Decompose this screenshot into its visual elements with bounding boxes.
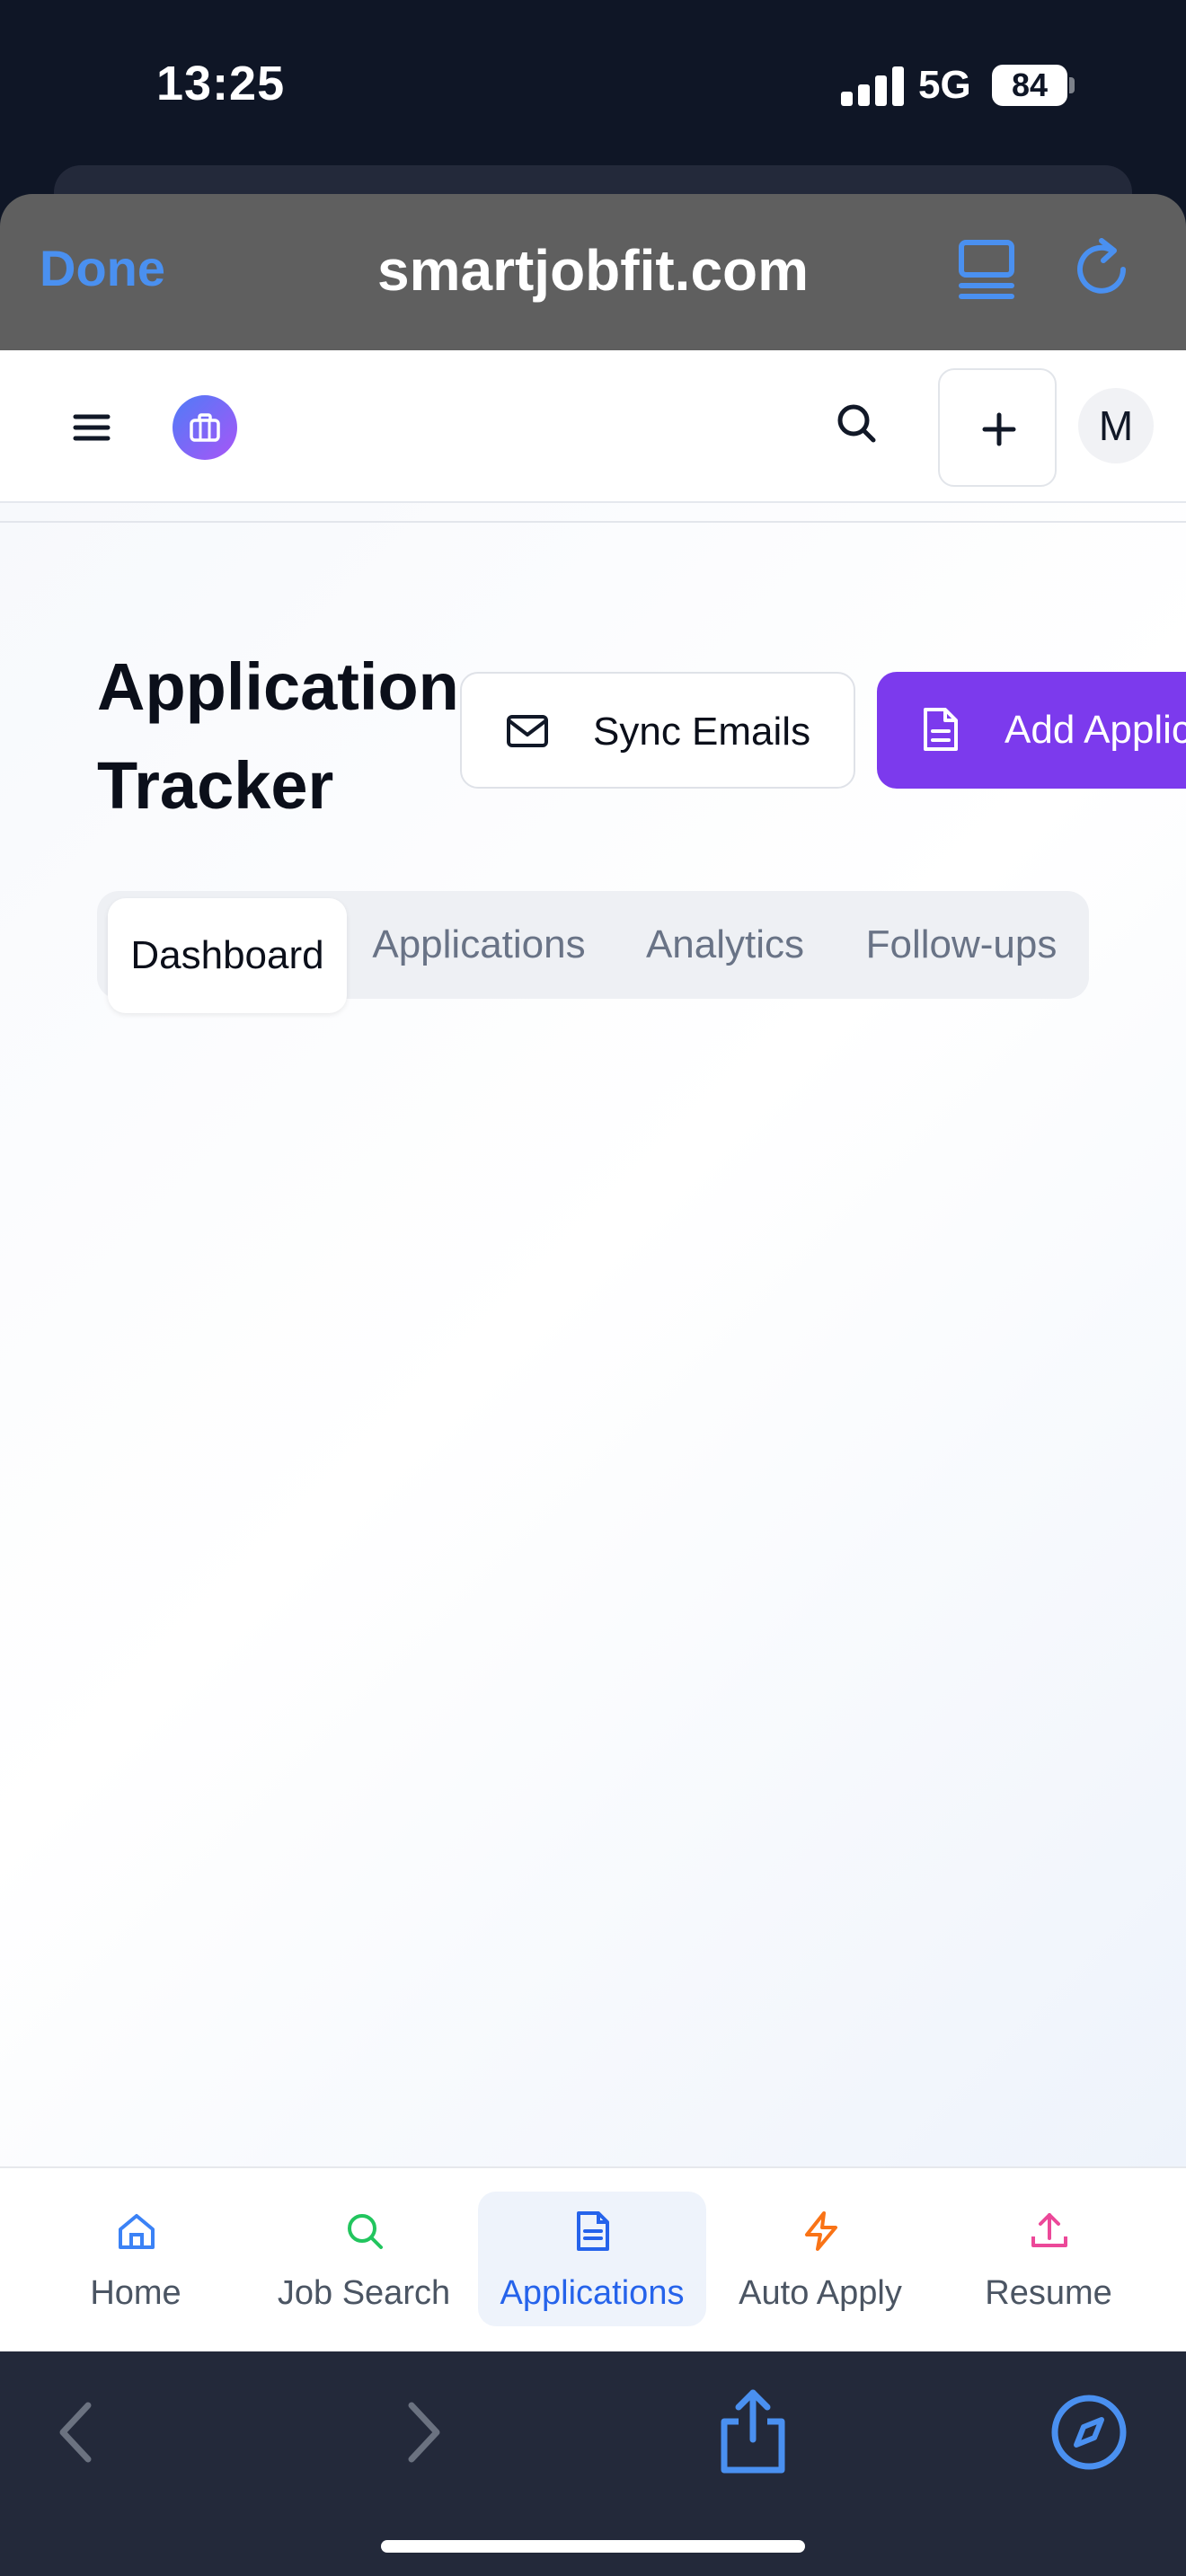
status-bar: 13:25 5G 84 — [0, 0, 1186, 219]
user-avatar[interactable]: M — [1078, 388, 1154, 463]
nav-applications[interactable]: Applications — [478, 2192, 706, 2326]
sync-emails-button[interactable]: Sync Emails — [460, 672, 855, 789]
nav-auto-apply[interactable]: Auto Apply — [706, 2192, 934, 2326]
add-button[interactable] — [938, 368, 1057, 487]
tab-analytics[interactable]: Analytics — [611, 891, 839, 999]
zap-icon — [805, 2211, 837, 2251]
menu-icon[interactable] — [63, 399, 120, 456]
browser-toolbar — [0, 2351, 1186, 2576]
nav-home[interactable]: Home — [22, 2192, 250, 2326]
document-icon — [924, 708, 958, 751]
briefcase-icon — [190, 413, 220, 442]
reader-view-icon[interactable] — [951, 234, 1022, 305]
forward-icon[interactable] — [377, 2387, 467, 2477]
tab-applications[interactable]: Applications — [349, 891, 609, 999]
sync-emails-label: Sync Emails — [593, 710, 811, 754]
tab-follow-ups[interactable]: Follow-ups — [841, 891, 1082, 999]
nav-home-label: Home — [90, 2274, 181, 2312]
status-time: 13:25 — [156, 57, 286, 110]
home-icon — [119, 2214, 155, 2249]
battery-cap — [1069, 77, 1075, 93]
nav-resume[interactable]: Resume — [934, 2192, 1163, 2326]
web-page: M Application Tracker Sync Emails Add Ap… — [0, 350, 1186, 2166]
bottom-nav: Home Job Search Applications Auto Apply … — [0, 2166, 1186, 2351]
app-header: M — [0, 350, 1186, 503]
network-type: 5G — [918, 63, 971, 107]
nav-job-search[interactable]: Job Search — [250, 2192, 478, 2326]
browser-header: Done smartjobfit.com — [0, 194, 1186, 350]
nav-applications-label: Applications — [500, 2274, 685, 2312]
share-icon[interactable] — [708, 2387, 798, 2477]
battery-icon: 84 — [992, 65, 1067, 106]
page-title: Application Tracker — [97, 649, 459, 823]
compass-icon[interactable] — [1044, 2387, 1134, 2477]
search-icon[interactable] — [828, 395, 886, 453]
upload-icon — [1031, 2213, 1067, 2247]
file-icon — [577, 2211, 609, 2251]
signal-icon — [841, 66, 904, 106]
add-application-button[interactable]: Add Application — [877, 672, 1186, 789]
search-icon — [348, 2214, 383, 2249]
add-application-label: Add Application — [1005, 708, 1186, 752]
nav-job-search-label: Job Search — [277, 2274, 451, 2312]
nav-auto-apply-label: Auto Apply — [739, 2274, 902, 2312]
divider — [0, 521, 1186, 523]
app-logo[interactable] — [173, 395, 237, 460]
nav-resume-label: Resume — [985, 2274, 1112, 2312]
plus-icon — [982, 412, 1016, 446]
reload-icon[interactable] — [1067, 234, 1139, 305]
tab-dashboard[interactable]: Dashboard — [108, 898, 347, 1013]
battery-level: 84 — [1011, 66, 1049, 103]
home-indicator — [381, 2540, 805, 2553]
back-icon[interactable] — [32, 2387, 122, 2477]
tab-bar: Dashboard Applications Analytics Follow-… — [97, 891, 1089, 1013]
mail-icon — [507, 715, 548, 747]
